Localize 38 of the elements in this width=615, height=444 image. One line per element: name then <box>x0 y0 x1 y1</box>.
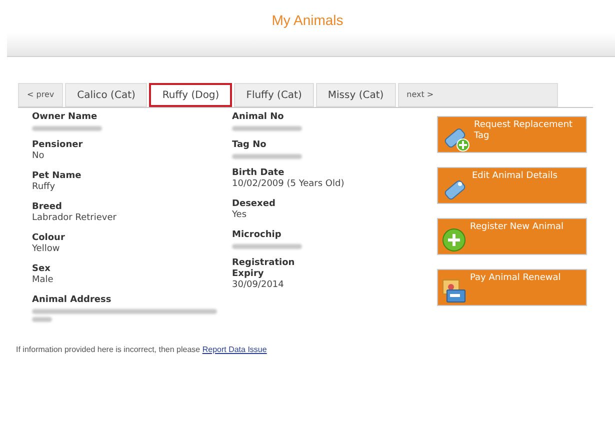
field-label: Breed <box>32 202 63 213</box>
animal-tab[interactable]: Missy (Cat) <box>316 83 396 107</box>
field-label: Registration Expiry <box>232 258 296 280</box>
redacted-value <box>232 244 302 249</box>
animal-tab[interactable]: Fluffy (Cat) <box>234 83 314 107</box>
redacted-value <box>32 317 52 322</box>
animal-tab[interactable]: Ruffy (Dog) <box>149 83 232 107</box>
pager-tab[interactable]: next > <box>398 83 558 107</box>
redacted-value <box>232 154 302 159</box>
payment-card-icon <box>442 279 466 303</box>
field-value: Yellow <box>32 244 61 255</box>
field-value: 10/02/2009 (5 Years Old) <box>232 179 346 190</box>
animal-tab[interactable]: Calico (Cat) <box>65 83 148 107</box>
field-value: Yes <box>232 210 248 221</box>
field-label: Birth Date <box>232 168 286 179</box>
page-title: My Animals <box>272 13 344 27</box>
field-label: Animal No <box>232 112 285 123</box>
field-label: Colour <box>32 233 66 244</box>
redacted-value <box>32 126 102 131</box>
redacted-value <box>232 126 302 131</box>
field-value: Labrador Retriever <box>32 213 118 224</box>
tag-add-icon <box>442 126 470 152</box>
field-label: Owner Name <box>32 112 98 123</box>
field-value: Male <box>32 275 54 286</box>
field-label: Pet Name <box>32 171 82 182</box>
field-label: Desexed <box>232 199 276 210</box>
field-label: Tag No <box>232 140 268 151</box>
field-label: Pensioner <box>32 140 84 151</box>
plus-icon <box>442 228 466 252</box>
report-data-issue-link[interactable]: Report Data Issue <box>202 345 267 354</box>
field-label: Microchip <box>232 230 282 241</box>
field-label: Sex <box>32 264 52 275</box>
footer-text: If information provided here is incorrect, then please <box>16 345 200 354</box>
field-value: Ruffy <box>32 182 56 193</box>
field-value: No <box>32 151 46 162</box>
field-label: Animal Address <box>32 295 112 306</box>
field-value: 30/09/2014 <box>232 280 285 291</box>
pager-tab[interactable]: < prev <box>18 83 64 107</box>
